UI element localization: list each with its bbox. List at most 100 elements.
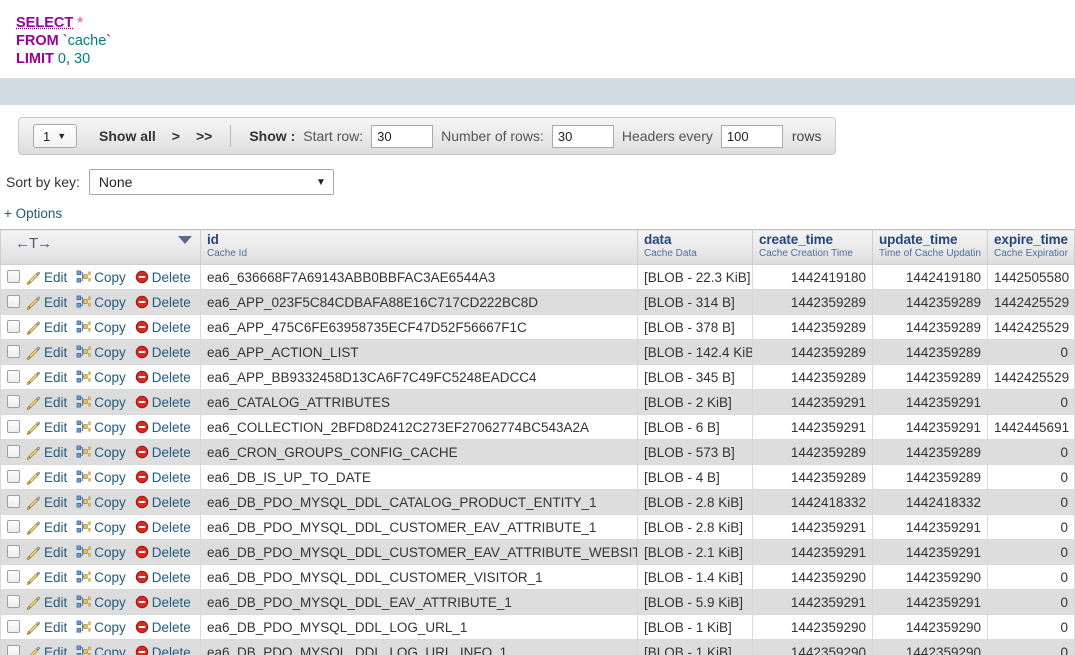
row-select-checkbox[interactable]	[7, 470, 20, 484]
delete-action[interactable]: Delete	[135, 345, 191, 360]
edit-action[interactable]: Edit	[26, 445, 67, 460]
row-select-checkbox[interactable]	[7, 420, 20, 434]
copy-action[interactable]: Copy	[76, 370, 126, 385]
delete-action[interactable]: Delete	[135, 395, 191, 410]
copy-icon	[76, 621, 91, 633]
row-select-checkbox[interactable]	[7, 320, 20, 334]
copy-action[interactable]: Copy	[76, 545, 126, 560]
edit-action[interactable]: Edit	[26, 295, 67, 310]
edit-action[interactable]: Edit	[26, 545, 67, 560]
delete-action[interactable]: Delete	[135, 570, 191, 585]
copy-action[interactable]: Copy	[76, 570, 126, 585]
delete-action[interactable]: Delete	[135, 620, 191, 635]
show-all-button[interactable]: Show all	[99, 128, 156, 144]
delete-action[interactable]: Delete	[135, 320, 191, 335]
row-select-checkbox[interactable]	[7, 595, 20, 609]
copy-action[interactable]: Copy	[76, 645, 126, 655]
edit-action[interactable]: Edit	[26, 420, 67, 435]
next-page-button[interactable]: >	[172, 128, 180, 144]
row-select-checkbox[interactable]	[7, 295, 20, 309]
copy-action[interactable]: Copy	[76, 395, 126, 410]
delete-action[interactable]: Delete	[135, 420, 191, 435]
page-number-select[interactable]: 1 ▼	[33, 124, 77, 148]
row-select-checkbox[interactable]	[7, 545, 20, 559]
delete-action[interactable]: Delete	[135, 495, 191, 510]
row-select-checkbox[interactable]	[7, 620, 20, 634]
pencil-icon	[26, 621, 41, 635]
edit-action[interactable]: Edit	[26, 470, 67, 485]
cell-expire-time: 1442425529	[987, 289, 1075, 315]
edit-action[interactable]: Edit	[26, 495, 67, 510]
row-select-checkbox[interactable]	[7, 395, 20, 409]
sql-keyword-from: FROM	[16, 33, 59, 49]
cell-expire-time: 0	[987, 489, 1075, 515]
row-select-checkbox[interactable]	[7, 270, 20, 284]
delete-action[interactable]: Delete	[135, 295, 191, 310]
delete-action[interactable]: Delete	[135, 645, 191, 655]
edit-action[interactable]: Edit	[26, 520, 67, 535]
column-header-expire-time[interactable]: expire_time Cache Expiration Time	[987, 229, 1075, 265]
edit-action[interactable]: Edit	[26, 370, 67, 385]
copy-action[interactable]: Copy	[76, 620, 126, 635]
copy-label: Copy	[94, 394, 126, 410]
table-row: Edit Copy Delete ea6_APP_BB9332458D13CA6F7C…	[0, 364, 1075, 390]
copy-action[interactable]: Copy	[76, 495, 126, 510]
row-select-checkbox[interactable]	[7, 570, 20, 584]
options-toggle-link[interactable]: + Options	[4, 206, 62, 221]
column-header-create-time[interactable]: create_time Cache Creation Time	[752, 229, 873, 265]
headers-every-input[interactable]	[720, 124, 783, 148]
move-columns-icon[interactable]: ←T→	[7, 233, 52, 255]
edit-action[interactable]: Edit	[26, 270, 67, 285]
copy-action[interactable]: Copy	[76, 420, 126, 435]
delete-icon	[135, 346, 148, 359]
edit-action[interactable]: Edit	[26, 645, 67, 655]
edit-action[interactable]: Edit	[26, 570, 67, 585]
copy-action[interactable]: Copy	[76, 345, 126, 360]
start-row-input[interactable]	[371, 124, 434, 148]
rows-label: rows	[791, 128, 822, 144]
column-header-data[interactable]: data Cache Data	[637, 229, 753, 265]
sort-by-key-select[interactable]: None ▼	[88, 169, 334, 195]
edit-action[interactable]: Edit	[26, 395, 67, 410]
delete-action[interactable]: Delete	[135, 545, 191, 560]
delete-action[interactable]: Delete	[135, 370, 191, 385]
cell-id: ea6_DB_IS_UP_TO_DATE	[200, 464, 638, 490]
row-select-checkbox[interactable]	[7, 370, 20, 384]
delete-action[interactable]: Delete	[135, 595, 191, 610]
row-select-checkbox[interactable]	[7, 345, 20, 359]
copy-action[interactable]: Copy	[76, 320, 126, 335]
copy-action[interactable]: Copy	[76, 595, 126, 610]
delete-label: Delete	[151, 294, 191, 310]
copy-action[interactable]: Copy	[76, 470, 126, 485]
copy-action[interactable]: Copy	[76, 295, 126, 310]
delete-icon	[135, 421, 148, 434]
cell-expire-time: 0	[987, 339, 1075, 365]
column-header-update-time[interactable]: update_time Time of Cache Updating	[872, 229, 988, 265]
sort-caret-icon[interactable]	[178, 236, 192, 244]
delete-action[interactable]: Delete	[135, 520, 191, 535]
edit-action[interactable]: Edit	[26, 620, 67, 635]
delete-icon	[135, 496, 148, 509]
edit-action[interactable]: Edit	[26, 345, 67, 360]
copy-action[interactable]: Copy	[76, 270, 126, 285]
delete-action[interactable]: Delete	[135, 270, 191, 285]
row-select-checkbox[interactable]	[7, 495, 20, 509]
cell-id: ea6_DB_PDO_MYSQL_DDL_CATALOG_PRODUCT_ENT…	[200, 489, 638, 515]
row-select-checkbox[interactable]	[7, 520, 20, 534]
row-select-checkbox[interactable]	[7, 445, 20, 459]
edit-action[interactable]: Edit	[26, 595, 67, 610]
copy-action[interactable]: Copy	[76, 445, 126, 460]
column-header-id[interactable]: id Cache Id	[200, 229, 638, 265]
cell-update-time: 1442359291	[872, 389, 988, 415]
delete-action[interactable]: Delete	[135, 445, 191, 460]
edit-action[interactable]: Edit	[26, 320, 67, 335]
copy-action[interactable]: Copy	[76, 520, 126, 535]
number-of-rows-input[interactable]	[551, 124, 614, 148]
table-row: Edit Copy Delete ea6_DB_PDO_MYSQL_DDL_EAV_A…	[0, 589, 1075, 615]
delete-action[interactable]: Delete	[135, 470, 191, 485]
row-select-checkbox[interactable]	[7, 645, 20, 655]
last-page-button[interactable]: >>	[196, 128, 212, 144]
sql-limit-offset: 0	[57, 51, 66, 67]
delete-icon	[135, 571, 148, 584]
sql-limit-comma: ,	[65, 51, 70, 67]
